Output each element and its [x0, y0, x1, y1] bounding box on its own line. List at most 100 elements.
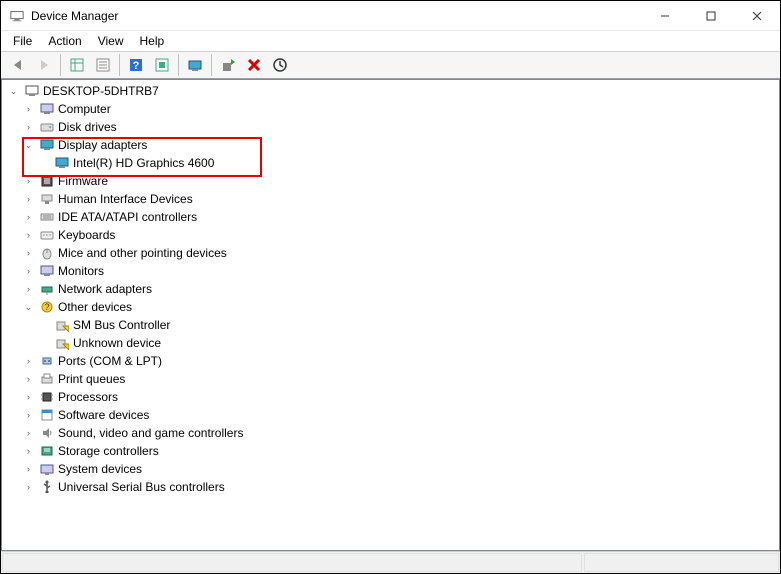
sound-icon: [39, 425, 55, 441]
chevron-right-icon[interactable]: ›: [21, 390, 36, 405]
computer-icon: [24, 83, 40, 99]
help-button[interactable]: ?: [124, 53, 148, 77]
tree-item-usb[interactable]: ›Universal Serial Bus controllers: [2, 478, 779, 496]
mouse-icon: [39, 245, 55, 261]
tree-container[interactable]: ⌄ DESKTOP-5DHTRB7 ›Computer ›Disk drives…: [1, 79, 780, 551]
menu-action[interactable]: Action: [40, 32, 89, 50]
status-cell: [584, 553, 779, 572]
display-icon: [39, 137, 55, 153]
uninstall-button[interactable]: [242, 53, 266, 77]
tree-item-firmware[interactable]: ›Firmware: [2, 172, 779, 190]
firmware-icon: [39, 173, 55, 189]
keyboard-icon: [39, 227, 55, 243]
warning-icon: [54, 335, 70, 351]
root-label: DESKTOP-5DHTRB7: [43, 84, 159, 98]
tree-item-computer[interactable]: ›Computer: [2, 100, 779, 118]
ide-icon: [39, 209, 55, 225]
network-icon: [39, 281, 55, 297]
tree-item-mice[interactable]: ›Mice and other pointing devices: [2, 244, 779, 262]
device-tree: ⌄ DESKTOP-5DHTRB7 ›Computer ›Disk drives…: [2, 80, 779, 498]
monitor-icon: [39, 263, 55, 279]
chevron-right-icon[interactable]: ›: [21, 210, 36, 225]
tree-item-unknown[interactable]: Unknown device: [2, 334, 779, 352]
tree-item-software-devices[interactable]: ›Software devices: [2, 406, 779, 424]
chevron-down-icon[interactable]: ⌄: [21, 300, 36, 315]
back-button[interactable]: [6, 53, 30, 77]
app-icon: [9, 8, 25, 24]
tree-item-disk-drives[interactable]: ›Disk drives: [2, 118, 779, 136]
processor-icon: [39, 389, 55, 405]
minimize-button[interactable]: [642, 1, 688, 31]
action-button[interactable]: [150, 53, 174, 77]
storage-icon: [39, 443, 55, 459]
software-icon: [39, 407, 55, 423]
chevron-right-icon[interactable]: ›: [21, 228, 36, 243]
chevron-right-icon[interactable]: ›: [21, 462, 36, 477]
chevron-right-icon[interactable]: ›: [21, 282, 36, 297]
tree-item-display-adapters[interactable]: ⌄Display adapters: [2, 136, 779, 154]
chevron-right-icon[interactable]: ›: [21, 354, 36, 369]
port-icon: [39, 353, 55, 369]
chevron-right-icon[interactable]: ›: [21, 102, 36, 117]
tree-item-ports[interactable]: ›Ports (COM & LPT): [2, 352, 779, 370]
chevron-right-icon[interactable]: ›: [21, 264, 36, 279]
tree-item-storage[interactable]: ›Storage controllers: [2, 442, 779, 460]
toolbar-separator: [60, 54, 61, 76]
tree-item-keyboards[interactable]: ›Keyboards: [2, 226, 779, 244]
menu-file[interactable]: File: [5, 32, 40, 50]
titlebar: Device Manager: [1, 1, 780, 31]
tree-item-network[interactable]: ›Network adapters: [2, 280, 779, 298]
menubar: File Action View Help: [1, 31, 780, 51]
tree-item-monitors[interactable]: ›Monitors: [2, 262, 779, 280]
properties-button[interactable]: [91, 53, 115, 77]
tree-item-ide[interactable]: ›IDE ATA/ATAPI controllers: [2, 208, 779, 226]
hid-icon: [39, 191, 55, 207]
svg-text:?: ?: [133, 60, 140, 72]
toolbar-separator: [178, 54, 179, 76]
menu-view[interactable]: View: [90, 32, 132, 50]
scan-button[interactable]: [183, 53, 207, 77]
update-driver-button[interactable]: [268, 53, 292, 77]
menu-help[interactable]: Help: [132, 32, 173, 50]
tree-item-print-queues[interactable]: ›Print queues: [2, 370, 779, 388]
close-button[interactable]: [734, 1, 780, 31]
chevron-right-icon[interactable]: ›: [21, 408, 36, 423]
other-icon: ?: [39, 299, 55, 315]
maximize-button[interactable]: [688, 1, 734, 31]
tree-item-system-devices[interactable]: ›System devices: [2, 460, 779, 478]
statusbar: [1, 551, 780, 573]
toolbar: ?: [1, 51, 780, 79]
chevron-down-icon[interactable]: ⌄: [21, 138, 36, 153]
tree-item-display-child[interactable]: Intel(R) HD Graphics 4600: [2, 154, 779, 172]
svg-text:?: ?: [44, 302, 49, 312]
system-icon: [39, 461, 55, 477]
tree-item-sm-bus[interactable]: SM Bus Controller: [2, 316, 779, 334]
toolbar-separator: [119, 54, 120, 76]
computer-icon: [39, 101, 55, 117]
forward-button[interactable]: [32, 53, 56, 77]
chevron-right-icon[interactable]: ›: [21, 444, 36, 459]
warning-icon: [54, 317, 70, 333]
chevron-right-icon[interactable]: ›: [21, 372, 36, 387]
chevron-right-icon[interactable]: ›: [21, 480, 36, 495]
printer-icon: [39, 371, 55, 387]
tree-item-processors[interactable]: ›Processors: [2, 388, 779, 406]
toolbar-separator: [211, 54, 212, 76]
tree-item-sound[interactable]: ›Sound, video and game controllers: [2, 424, 779, 442]
add-hardware-button[interactable]: [216, 53, 240, 77]
tree-item-hid[interactable]: ›Human Interface Devices: [2, 190, 779, 208]
disk-icon: [39, 119, 55, 135]
show-hide-tree-button[interactable]: [65, 53, 89, 77]
window-title: Device Manager: [31, 9, 642, 23]
chevron-right-icon[interactable]: ›: [21, 192, 36, 207]
chevron-down-icon[interactable]: ⌄: [6, 84, 21, 99]
chevron-right-icon[interactable]: ›: [21, 120, 36, 135]
window-controls: [642, 1, 780, 31]
display-icon: [54, 155, 70, 171]
usb-icon: [39, 479, 55, 495]
chevron-right-icon[interactable]: ›: [21, 246, 36, 261]
chevron-right-icon[interactable]: ›: [21, 426, 36, 441]
tree-item-other-devices[interactable]: ⌄?Other devices: [2, 298, 779, 316]
tree-root[interactable]: ⌄ DESKTOP-5DHTRB7: [2, 82, 779, 100]
chevron-right-icon[interactable]: ›: [21, 174, 36, 189]
